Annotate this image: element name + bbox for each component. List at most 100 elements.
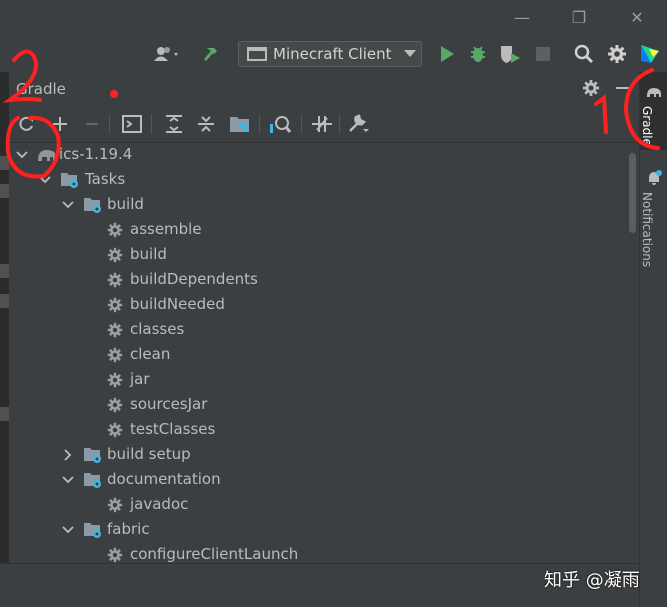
- tab-notifications-label: Notifications: [640, 192, 654, 268]
- search-everywhere-button[interactable]: [572, 42, 596, 66]
- tree-item-label: fabric: [107, 520, 150, 538]
- run-configuration-select[interactable]: Minecraft Client: [238, 41, 422, 67]
- restore-button[interactable]: ❐: [569, 8, 589, 28]
- project-row[interactable]: ics-1.19.4: [9, 143, 627, 168]
- dependencies-button[interactable]: [228, 112, 252, 136]
- tree-item-label: Tasks: [85, 170, 126, 188]
- run-icon: [441, 46, 454, 62]
- chevron-down-icon[interactable]: [61, 523, 75, 537]
- panel-options-button[interactable]: [582, 79, 604, 101]
- build-settings-button[interactable]: [346, 112, 370, 136]
- run-task-icon: [122, 115, 142, 133]
- remove-icon: [86, 123, 98, 125]
- minimize-icon: [616, 87, 630, 89]
- task-row[interactable]: testClasses: [9, 418, 627, 443]
- chevron-down-icon[interactable]: [61, 198, 75, 212]
- elephant-icon: [37, 146, 55, 164]
- expand-all-icon: [166, 115, 182, 133]
- analyze-dependencies-button[interactable]: [268, 112, 292, 136]
- tree-item-label: testClasses: [130, 420, 216, 438]
- task-row[interactable]: classes: [9, 318, 627, 343]
- task-group-row[interactable]: build setup: [9, 443, 627, 468]
- task-row[interactable]: buildDependents: [9, 268, 627, 293]
- close-button[interactable]: ✕: [627, 8, 647, 28]
- task-group-row[interactable]: Tasks: [9, 168, 627, 193]
- hide-panel-button[interactable]: [614, 79, 636, 101]
- task-row[interactable]: clean: [9, 343, 627, 368]
- tree-item-label: ics-1.19.4: [59, 145, 133, 163]
- stop-button[interactable]: [531, 42, 555, 66]
- gear-icon: [106, 546, 124, 563]
- run-button[interactable]: [434, 42, 460, 66]
- folder-gear-icon: [60, 171, 78, 189]
- right-tool-strip: Gradle Notifications: [639, 72, 667, 606]
- scroll-thumb[interactable]: [629, 153, 636, 233]
- jetbrains-button[interactable]: [637, 42, 663, 66]
- tree-item-label: build: [107, 195, 144, 213]
- tree-item-label: javadoc: [130, 495, 189, 513]
- gradle-toolbar: [9, 106, 639, 143]
- folder-gear-icon: [83, 471, 101, 489]
- gear-icon: [106, 271, 124, 289]
- gear-icon: [106, 221, 124, 239]
- gear-icon: [106, 371, 124, 389]
- tree-item-label: configureClientLaunch: [130, 545, 299, 563]
- task-group-row[interactable]: documentation: [9, 468, 627, 493]
- expand-all-button[interactable]: [162, 112, 186, 136]
- toggle-offline-button[interactable]: [310, 112, 334, 136]
- gear-icon: [106, 346, 124, 364]
- gear-icon: [106, 496, 124, 514]
- run-configuration-label: Minecraft Client: [273, 45, 392, 63]
- coverage-icon: [501, 46, 520, 63]
- chevron-down-icon[interactable]: [61, 473, 75, 487]
- reload-icon: [19, 116, 33, 131]
- task-row[interactable]: buildNeeded: [9, 293, 627, 318]
- title-bar: — ❐ ✕: [0, 0, 667, 36]
- build-project-button[interactable]: [200, 42, 226, 66]
- folder-gear-icon: [83, 196, 101, 214]
- user-button[interactable]: [150, 42, 184, 66]
- tree-item-label: buildDependents: [130, 270, 258, 288]
- task-row[interactable]: jar: [9, 368, 627, 393]
- add-project-button[interactable]: [48, 112, 72, 136]
- task-row[interactable]: javadoc: [9, 493, 627, 518]
- gear-icon: [106, 246, 124, 264]
- settings-icon: [608, 45, 626, 63]
- reload-button[interactable]: [14, 112, 38, 136]
- coverage-button[interactable]: [497, 42, 523, 66]
- jetbrains-icon: [641, 45, 659, 63]
- gear-icon: [106, 321, 124, 339]
- tree-item-label: buildNeeded: [130, 295, 225, 313]
- application-icon: [247, 47, 267, 61]
- chevron-down-icon[interactable]: [15, 148, 29, 162]
- tab-notifications[interactable]: Notifications: [640, 164, 667, 274]
- settings-button[interactable]: [605, 42, 629, 66]
- chevron-down-icon: [403, 50, 416, 57]
- tab-gradle[interactable]: Gradle: [640, 72, 667, 150]
- gradle-panel-header: Gradle: [9, 72, 639, 106]
- chevron-down-icon[interactable]: [38, 173, 52, 187]
- run-task-button[interactable]: [120, 112, 144, 136]
- tree-item-label: jar: [130, 370, 150, 388]
- chevron-right-icon[interactable]: [61, 448, 75, 462]
- collapse-all-icon: [198, 116, 214, 132]
- debug-button[interactable]: [465, 42, 491, 66]
- task-row[interactable]: configureClientLaunch: [9, 543, 627, 563]
- collapse-all-button[interactable]: [194, 112, 218, 136]
- remove-project-button[interactable]: [80, 112, 104, 136]
- folder-gear-icon: [83, 446, 101, 464]
- tree-scrollbar[interactable]: [628, 143, 638, 563]
- offline-mode-icon: [312, 116, 332, 132]
- folder-gear-icon: [83, 521, 101, 539]
- minimize-button[interactable]: —: [512, 8, 532, 28]
- task-group-row[interactable]: fabric: [9, 518, 627, 543]
- dependencies-icon: [230, 117, 249, 132]
- gear-icon: [106, 421, 124, 439]
- elephant-icon: [647, 88, 661, 97]
- minimize-icon: —: [514, 8, 530, 27]
- tree-item-label: build: [130, 245, 167, 263]
- task-row[interactable]: assemble: [9, 218, 627, 243]
- task-row[interactable]: sourcesJar: [9, 393, 627, 418]
- task-row[interactable]: build: [9, 243, 627, 268]
- task-group-row[interactable]: build: [9, 193, 627, 218]
